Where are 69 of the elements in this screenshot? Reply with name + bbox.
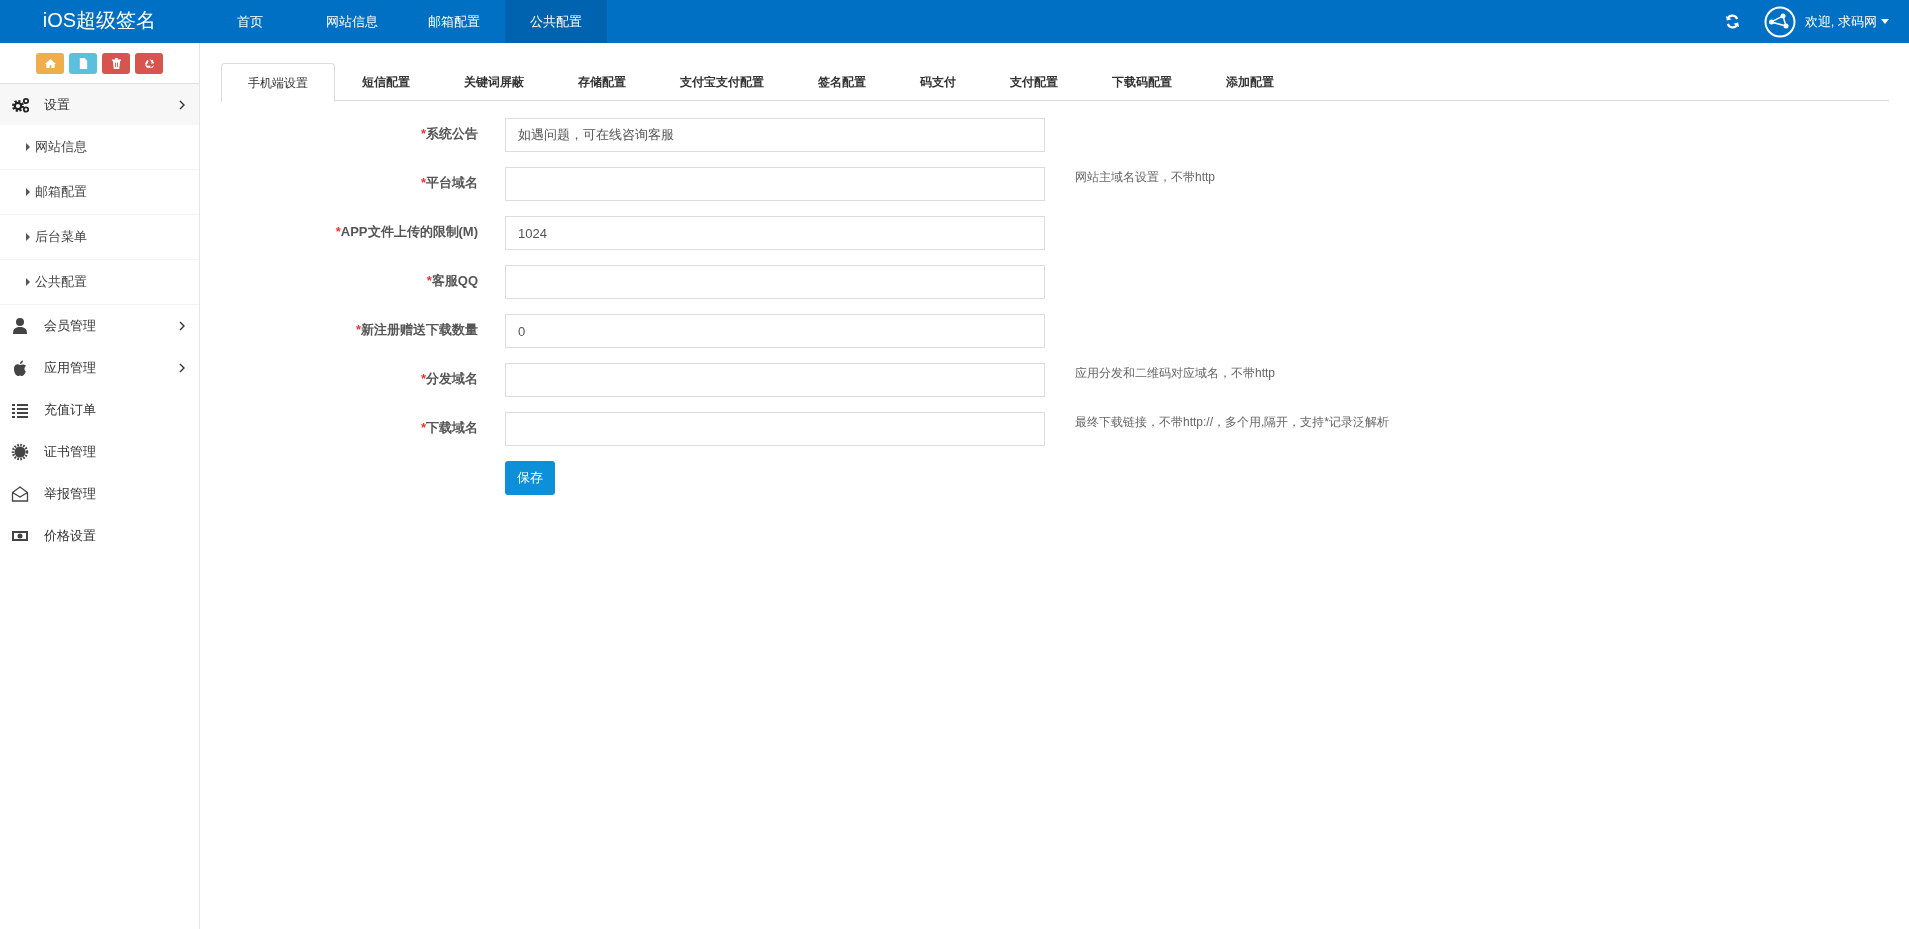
trash-icon: [110, 57, 122, 69]
field-label: *下载域名: [419, 419, 479, 437]
tab[interactable]: 手机端设置: [221, 63, 335, 102]
field-label: *分发域名: [419, 370, 479, 388]
caret-right-icon: [26, 233, 30, 241]
tab[interactable]: 签名配置: [791, 63, 893, 101]
caret-right-icon: [26, 188, 30, 196]
sidebar-menu-item[interactable]: 会员管理: [0, 305, 199, 347]
caret-icon: [1881, 19, 1889, 24]
sidebar-submenu-item[interactable]: 后台菜单: [0, 215, 199, 260]
tab[interactable]: 短信配置: [335, 63, 437, 101]
help-text: 最终下载链接，不带http://，多个用,隔开，支持*记录泛解析: [1075, 414, 1390, 431]
chevron-right-icon: [179, 99, 185, 110]
tab[interactable]: 支付宝支付配置: [653, 63, 791, 101]
input-field[interactable]: [505, 412, 1045, 446]
sidebar-menu-item[interactable]: 充值订单: [0, 389, 199, 431]
tab[interactable]: 关键词屏蔽: [437, 63, 551, 101]
field-label: *新注册赠送下载数量: [354, 321, 479, 339]
user-menu[interactable]: 欢迎, 求码网: [1804, 12, 1877, 31]
field-label: *系统公告: [419, 125, 479, 143]
input-field[interactable]: [505, 167, 1045, 201]
chevron-right-icon: [179, 363, 185, 373]
tab[interactable]: 存储配置: [551, 63, 653, 101]
trash-shortcut-button[interactable]: [102, 52, 130, 74]
file-shortcut-button[interactable]: [69, 52, 97, 74]
app-logo[interactable]: iOS超级签名: [0, 7, 199, 36]
input-field[interactable]: [505, 265, 1045, 299]
sidebar-submenu-item[interactable]: 网站信息: [0, 125, 199, 170]
input-field[interactable]: 1024: [505, 216, 1045, 250]
recycle-icon: [143, 57, 155, 69]
sidebar-submenu-item[interactable]: 公共配置: [0, 260, 199, 305]
field-label: *客服QQ: [425, 272, 479, 290]
user-icon: [11, 317, 29, 335]
nav-link[interactable]: 首页: [199, 0, 301, 43]
tab[interactable]: 支付配置: [983, 63, 1085, 101]
field-label: *平台域名: [419, 174, 479, 192]
sidebar-menu-item[interactable]: 价格设置: [0, 515, 199, 557]
apple-icon: [11, 359, 29, 377]
tab[interactable]: 添加配置: [1199, 63, 1301, 101]
envelope-icon: [11, 485, 29, 503]
input-field[interactable]: 0: [505, 314, 1045, 348]
home-icon: [44, 57, 56, 69]
sidebar-menu-item[interactable]: 证书管理: [0, 431, 199, 473]
input-field[interactable]: [505, 363, 1045, 397]
file-icon: [77, 57, 89, 69]
field-label: *APP文件上传的限制(M): [334, 223, 479, 241]
chevron-right-icon: [179, 321, 185, 331]
nav-link[interactable]: 邮箱配置: [403, 0, 505, 43]
caret-right-icon: [26, 143, 30, 151]
sidebar-menu-item[interactable]: 举报管理: [0, 473, 199, 515]
nav-link[interactable]: 公共配置: [505, 0, 607, 43]
tab[interactable]: 码支付: [893, 63, 983, 101]
caret-right-icon: [26, 278, 30, 286]
save-button[interactable]: 保存: [505, 461, 555, 495]
input-field[interactable]: 如遇问题，可在线咨询客服: [505, 118, 1045, 152]
home-shortcut-button[interactable]: [36, 52, 64, 74]
gears-icon: [11, 95, 29, 114]
list-icon: [11, 401, 29, 419]
badge-icon: [11, 443, 29, 461]
help-text: 应用分发和二维码对应域名，不带http: [1075, 365, 1275, 382]
refresh-icon[interactable]: [1724, 14, 1740, 29]
sidebar-menu-item[interactable]: 设置: [0, 84, 199, 125]
sidebar-menu-item[interactable]: 应用管理: [0, 347, 199, 389]
share-nodes-avatar-icon[interactable]: [1763, 5, 1796, 38]
tab[interactable]: 下载码配置: [1085, 63, 1199, 101]
help-text: 网站主域名设置，不带http: [1075, 169, 1215, 186]
recycle-shortcut-button[interactable]: [135, 52, 163, 74]
nav-link[interactable]: 网站信息: [301, 0, 403, 43]
sidebar-submenu-item[interactable]: 邮箱配置: [0, 170, 199, 215]
